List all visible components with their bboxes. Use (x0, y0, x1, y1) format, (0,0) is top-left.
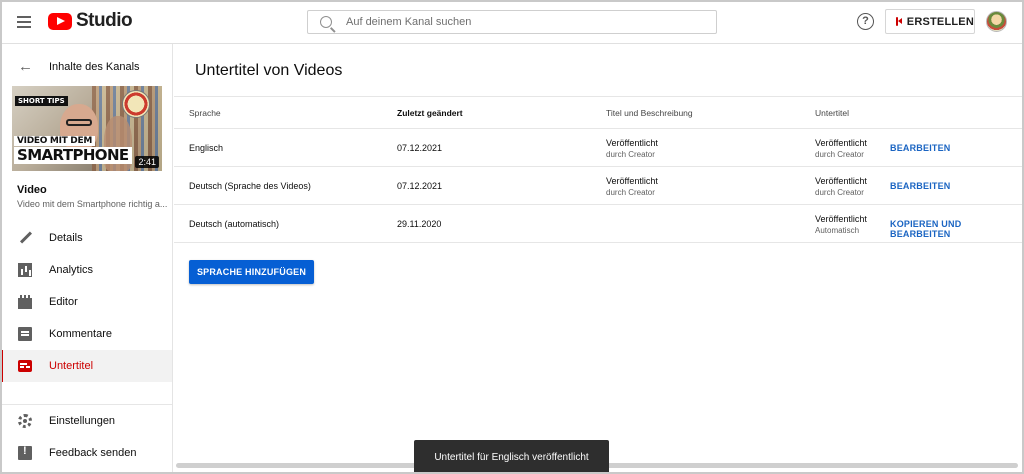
row-language: Deutsch (automatisch) (189, 219, 280, 229)
sidebar-item-settings[interactable]: Einstellungen (0, 405, 172, 437)
row-modified: 29.11.2020 (397, 219, 442, 229)
subtitle-status-by: Automatisch (815, 226, 860, 235)
row-subtitle-status: Veröffentlicht Automatisch (815, 205, 867, 235)
sidebar-item-subtitles[interactable]: Untertitel (0, 350, 172, 382)
subtitle-status-by: durch Creator (815, 188, 864, 197)
studio-logo[interactable]: Studio (48, 10, 133, 32)
row-title-status: Veröffentlicht durch Creator (606, 129, 658, 159)
row-modified: 07.12.2021 (397, 181, 443, 191)
sidebar-item-label: Untertitel (49, 360, 94, 372)
search-box[interactable] (307, 10, 717, 34)
sidebar-item-label: Einstellungen (49, 415, 116, 427)
sidebar-item-label: Editor (49, 296, 78, 308)
snackbar-toast: Untertitel für Englisch veröffentlicht (414, 440, 609, 474)
film-icon (18, 295, 32, 309)
title-status-by: durch Creator (606, 150, 655, 159)
thumbnail-glasses (66, 119, 92, 126)
row-subtitle-status: Veröffentlicht durch Creator (815, 129, 867, 159)
feedback-icon (18, 445, 32, 460)
subtitles-icon (18, 360, 32, 372)
page-title: Untertitel von Videos (195, 62, 343, 79)
back-to-channel-content[interactable]: ← Inhalte des Kanals (18, 58, 140, 75)
sidebar-item-comments[interactable]: Kommentare (0, 318, 172, 350)
row-language: Englisch (189, 143, 224, 153)
avatar[interactable] (986, 11, 1007, 32)
table-row: Deutsch (automatisch) 29.11.2020 Veröffe… (174, 205, 1022, 243)
column-header-title-description: Titel und Beschreibung (606, 108, 693, 118)
create-button-label: ERSTELLEN (906, 15, 974, 28)
table-header: Sprache Zuletzt geändert Titel und Besch… (174, 97, 1022, 129)
sidebar-item-label: Feedback senden (49, 447, 137, 459)
subtitle-status-by: durch Creator (815, 150, 864, 159)
video-title: Video (17, 184, 47, 196)
sidebar-bottom-nav: Einstellungen Feedback senden (0, 404, 172, 469)
edit-button[interactable]: BEARBEITEN (890, 143, 951, 153)
edit-button[interactable]: BEARBEITEN (890, 181, 951, 191)
thumbnail-badge (122, 90, 150, 118)
title-status: Veröffentlicht (606, 176, 658, 186)
row-language: Deutsch (Sprache des Videos) (189, 181, 311, 191)
video-subtitle: Video mit dem Smartphone richtig a... (17, 199, 167, 209)
column-header-subtitles: Untertitel (815, 108, 850, 118)
subtitle-status: Veröffentlicht (815, 214, 867, 224)
main-content: Untertitel von Videos Sprache Zuletzt ge… (174, 44, 1022, 474)
table-row: Deutsch (Sprache des Videos) 07.12.2021 … (174, 167, 1022, 205)
thumbnail-tag: SHORT TIPS (15, 96, 68, 106)
create-video-icon (896, 14, 904, 26)
analytics-icon (18, 263, 32, 277)
sidebar-item-label: Analytics (49, 264, 94, 276)
help-icon[interactable]: ? (857, 13, 874, 30)
comment-icon (18, 327, 32, 341)
video-thumbnail[interactable]: SHORT TIPS VIDEO MIT DEM SMARTPHONE 2:41 (12, 86, 162, 171)
gear-icon (18, 414, 32, 428)
search-input[interactable] (346, 16, 686, 28)
sidebar-item-details[interactable]: Details (0, 222, 172, 254)
sidebar-item-label: Kommentare (49, 328, 112, 340)
search-icon (320, 16, 332, 28)
create-button[interactable]: ERSTELLEN (885, 9, 975, 34)
sidebar: ← Inhalte des Kanals SHORT TIPS VIDEO MI… (0, 44, 173, 474)
sidebar-nav: Details Analytics Editor Kommentare Unte… (0, 222, 172, 382)
column-header-modified[interactable]: Zuletzt geändert (397, 108, 463, 118)
video-duration: 2:41 (135, 156, 159, 168)
logo-text: Studio (76, 10, 133, 31)
sidebar-item-editor[interactable]: Editor (0, 286, 172, 318)
add-language-button[interactable]: SPRACHE HINZUFÜGEN (189, 260, 314, 284)
pencil-icon (18, 231, 32, 245)
copy-and-edit-button[interactable]: KOPIEREN UND BEARBEITEN (890, 219, 1022, 239)
sidebar-item-label: Details (49, 232, 83, 244)
column-header-language[interactable]: Sprache (189, 108, 221, 118)
back-label: Inhalte des Kanals (49, 60, 140, 73)
subtitles-table: Sprache Zuletzt geändert Titel und Besch… (174, 96, 1022, 243)
back-arrow-icon: ← (18, 58, 33, 75)
title-status-by: durch Creator (606, 188, 655, 197)
top-bar: Studio ? ERSTELLEN (0, 0, 1024, 44)
sidebar-item-analytics[interactable]: Analytics (0, 254, 172, 286)
row-title-status: Veröffentlicht durch Creator (606, 167, 658, 197)
title-status: Veröffentlicht (606, 138, 658, 148)
subtitle-status: Veröffentlicht (815, 138, 867, 148)
subtitle-status: Veröffentlicht (815, 176, 867, 186)
thumbnail-text-line1: VIDEO MIT DEM (14, 136, 95, 146)
menu-icon[interactable] (14, 13, 34, 31)
row-modified: 07.12.2021 (397, 143, 443, 153)
youtube-play-icon (48, 12, 72, 30)
table-row: Englisch 07.12.2021 Veröffentlicht durch… (174, 129, 1022, 167)
thumbnail-text-line2: SMARTPHONE (14, 147, 132, 164)
row-subtitle-status: Veröffentlicht durch Creator (815, 167, 867, 197)
sidebar-item-feedback[interactable]: Feedback senden (0, 437, 172, 469)
